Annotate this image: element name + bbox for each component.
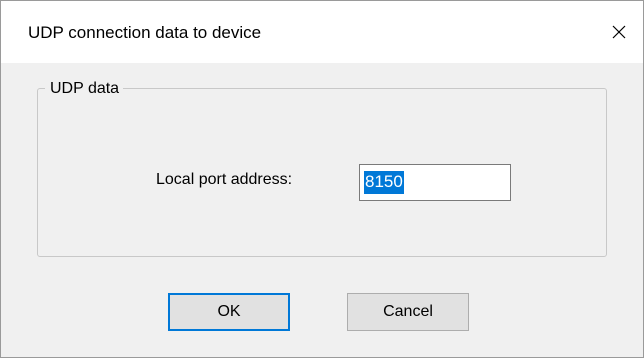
ok-button[interactable]: OK: [168, 293, 290, 331]
window-title: UDP connection data to device: [28, 23, 262, 42]
local-port-label: Local port address:: [156, 171, 293, 188]
cancel-button[interactable]: Cancel: [347, 293, 469, 331]
ok-button-label: OK: [217, 303, 241, 320]
dialog-window: UDP connection data to device UDP data L…: [0, 0, 644, 358]
groupbox-title: UDP data: [45, 80, 124, 98]
title-bar[interactable]: UDP connection data to device: [1, 1, 643, 63]
local-port-input[interactable]: 8150: [359, 164, 511, 201]
cancel-button-label: Cancel: [383, 303, 433, 320]
close-icon: [612, 25, 626, 39]
close-button[interactable]: [597, 1, 643, 63]
udp-data-groupbox: [37, 88, 607, 257]
local-port-value: 8150: [364, 171, 404, 194]
